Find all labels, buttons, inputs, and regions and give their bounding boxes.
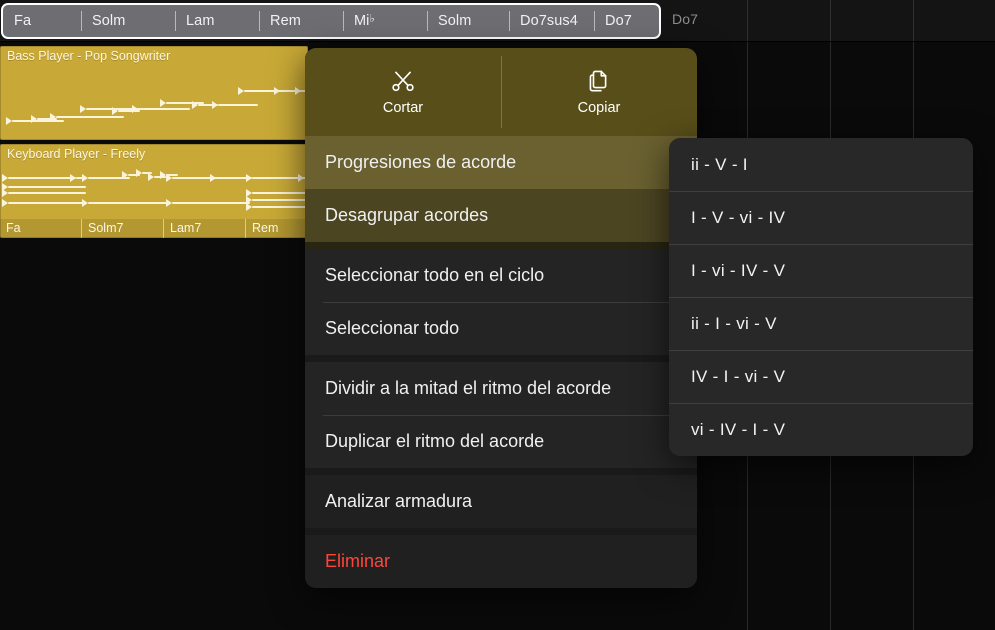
chord-cell-label: Rem — [270, 13, 301, 29]
note-event — [8, 177, 76, 179]
menu-item-analizar-armadura[interactable]: Analizar armadura — [305, 475, 697, 528]
menu-separator — [305, 468, 697, 475]
chord-track-lane[interactable]: Do7 Fa Solm Lam Rem Mi♭ Solm Do7sus4 Do7 — [0, 0, 995, 42]
menu-item-label: Analizar armadura — [325, 491, 473, 511]
chord-cell[interactable]: Mi♭ — [343, 5, 427, 37]
menu-item-seleccionar-todo[interactable]: Seleccionar todo — [305, 302, 697, 355]
submenu-item-label: I - V - vi - IV — [691, 207, 786, 227]
menu-separator — [305, 242, 697, 249]
note-event — [172, 202, 250, 204]
chord-context-menu[interactable]: Cortar Copiar Progresiones de acorde Desa… — [305, 48, 697, 588]
chord-cell-label: Mi♭ — [354, 13, 375, 29]
note-event — [8, 202, 86, 204]
note-event — [8, 192, 86, 194]
menu-item-desagrupar-acordes[interactable]: Desagrupar acordes — [305, 189, 697, 242]
note-event — [218, 104, 258, 106]
copy-icon — [586, 68, 612, 94]
menu-item-progresiones-de-acorde[interactable]: Progresiones de acorde — [305, 136, 697, 189]
menu-item-eliminar[interactable]: Eliminar — [305, 535, 697, 588]
submenu-item-label: IV - I - vi - V — [691, 366, 786, 386]
chord-selection-group[interactable]: Fa Solm Lam Rem Mi♭ Solm Do7sus4 Do7 — [1, 3, 661, 39]
note-event — [56, 116, 124, 118]
grid-line-1 — [830, 0, 831, 41]
menu-item-dividir-a-la-mitad-el-ritmo-del-acorde[interactable]: Dividir a la mitad el ritmo del acorde — [305, 362, 697, 415]
note-event — [252, 199, 308, 201]
menu-separator — [305, 355, 697, 362]
submenu-item-5[interactable]: IV - I - vi - V — [669, 350, 973, 403]
submenu-item-label: vi - IV - I - V — [691, 419, 786, 439]
chord-cell[interactable]: Solm — [427, 5, 509, 37]
context-menu-header: Cortar Copiar — [305, 48, 697, 136]
chord-cell[interactable]: Fa — [3, 5, 81, 37]
region-chord-label: Rem — [245, 219, 308, 238]
submenu-item-label: ii - I - vi - V — [691, 313, 777, 333]
region-chord-label: Fa — [6, 221, 21, 235]
chord-label-unselected[interactable]: Do7 — [672, 11, 698, 27]
copy-button[interactable]: Copiar — [501, 48, 697, 136]
chord-cell-label: Fa — [14, 13, 32, 29]
submenu-item-label: ii - V - I — [691, 154, 748, 174]
keyboard-player-region[interactable]: Keyboard Player - Freely Fa Solm7 Lam7 Rem — [0, 144, 308, 238]
copy-label: Copiar — [577, 100, 621, 116]
menu-item-label: Eliminar — [325, 551, 391, 571]
menu-separator — [305, 528, 697, 535]
menu-item-label: Duplicar el ritmo del acorde — [325, 431, 545, 451]
menu-item-duplicar-el-ritmo-del-acorde[interactable]: Duplicar el ritmo del acorde — [305, 415, 697, 468]
context-menu-items: Progresiones de acorde Desagrupar acordes… — [305, 136, 697, 588]
submenu-item-1[interactable]: ii - V - I — [669, 138, 973, 191]
scissors-icon — [390, 68, 416, 94]
note-event — [138, 108, 190, 110]
menu-item-label: Desagrupar acordes — [325, 205, 489, 225]
menu-item-label: Seleccionar todo — [325, 318, 460, 338]
submenu-item-2[interactable]: I - V - vi - IV — [669, 191, 973, 244]
chord-progressions-submenu[interactable]: ii - V - I I - V - vi - IV I - vi - IV - V… — [669, 138, 973, 456]
chord-cell-label: Lam — [186, 13, 215, 29]
menu-item-label: Dividir a la mitad el ritmo del acorde — [325, 378, 612, 398]
submenu-item-6[interactable]: vi - IV - I - V — [669, 403, 973, 456]
chord-cell[interactable]: Solm — [81, 5, 175, 37]
region-chord-strip: Fa Solm7 Lam7 Rem — [0, 219, 308, 238]
menu-item-label: Seleccionar todo en el ciclo — [325, 265, 545, 285]
region-chord-label: Lam7 — [163, 219, 245, 238]
chord-cell[interactable]: Lam — [175, 5, 259, 37]
chord-cell[interactable]: Do7sus4 — [509, 5, 594, 37]
menu-item-label: Progresiones de acorde — [325, 152, 517, 172]
chord-cell-label: Do7 — [605, 13, 632, 29]
cut-button[interactable]: Cortar — [305, 48, 501, 136]
chord-cell[interactable]: Rem — [259, 5, 343, 37]
chord-cell[interactable]: Do7 — [594, 5, 659, 37]
chord-cell-label: Solm — [438, 13, 472, 29]
region-title: Bass Player - Pop Songwriter — [7, 49, 171, 63]
chord-cell-label: Do7sus4 — [520, 13, 578, 29]
grid-line-2 — [913, 0, 914, 41]
cut-label: Cortar — [382, 100, 424, 116]
note-event — [88, 202, 170, 204]
chord-cell-label: Solm — [92, 13, 126, 29]
region-title: Keyboard Player - Freely — [7, 147, 146, 161]
note-event — [8, 186, 86, 188]
menu-item-seleccionar-todo-en-el-ciclo[interactable]: Seleccionar todo en el ciclo — [305, 249, 697, 302]
note-event — [252, 206, 308, 208]
grid-line-0 — [747, 0, 748, 41]
chord-selection-inner: Fa Solm Lam Rem Mi♭ Solm Do7sus4 Do7 — [3, 5, 659, 37]
bass-player-region[interactable]: Bass Player - Pop Songwriter — [0, 46, 308, 140]
submenu-item-3[interactable]: I - vi - IV - V — [669, 244, 973, 297]
region-chord-label: Solm7 — [81, 219, 163, 238]
submenu-item-label: I - vi - IV - V — [691, 260, 786, 280]
note-event — [252, 192, 308, 194]
submenu-item-4[interactable]: ii - I - vi - V — [669, 297, 973, 350]
note-event — [12, 120, 64, 122]
